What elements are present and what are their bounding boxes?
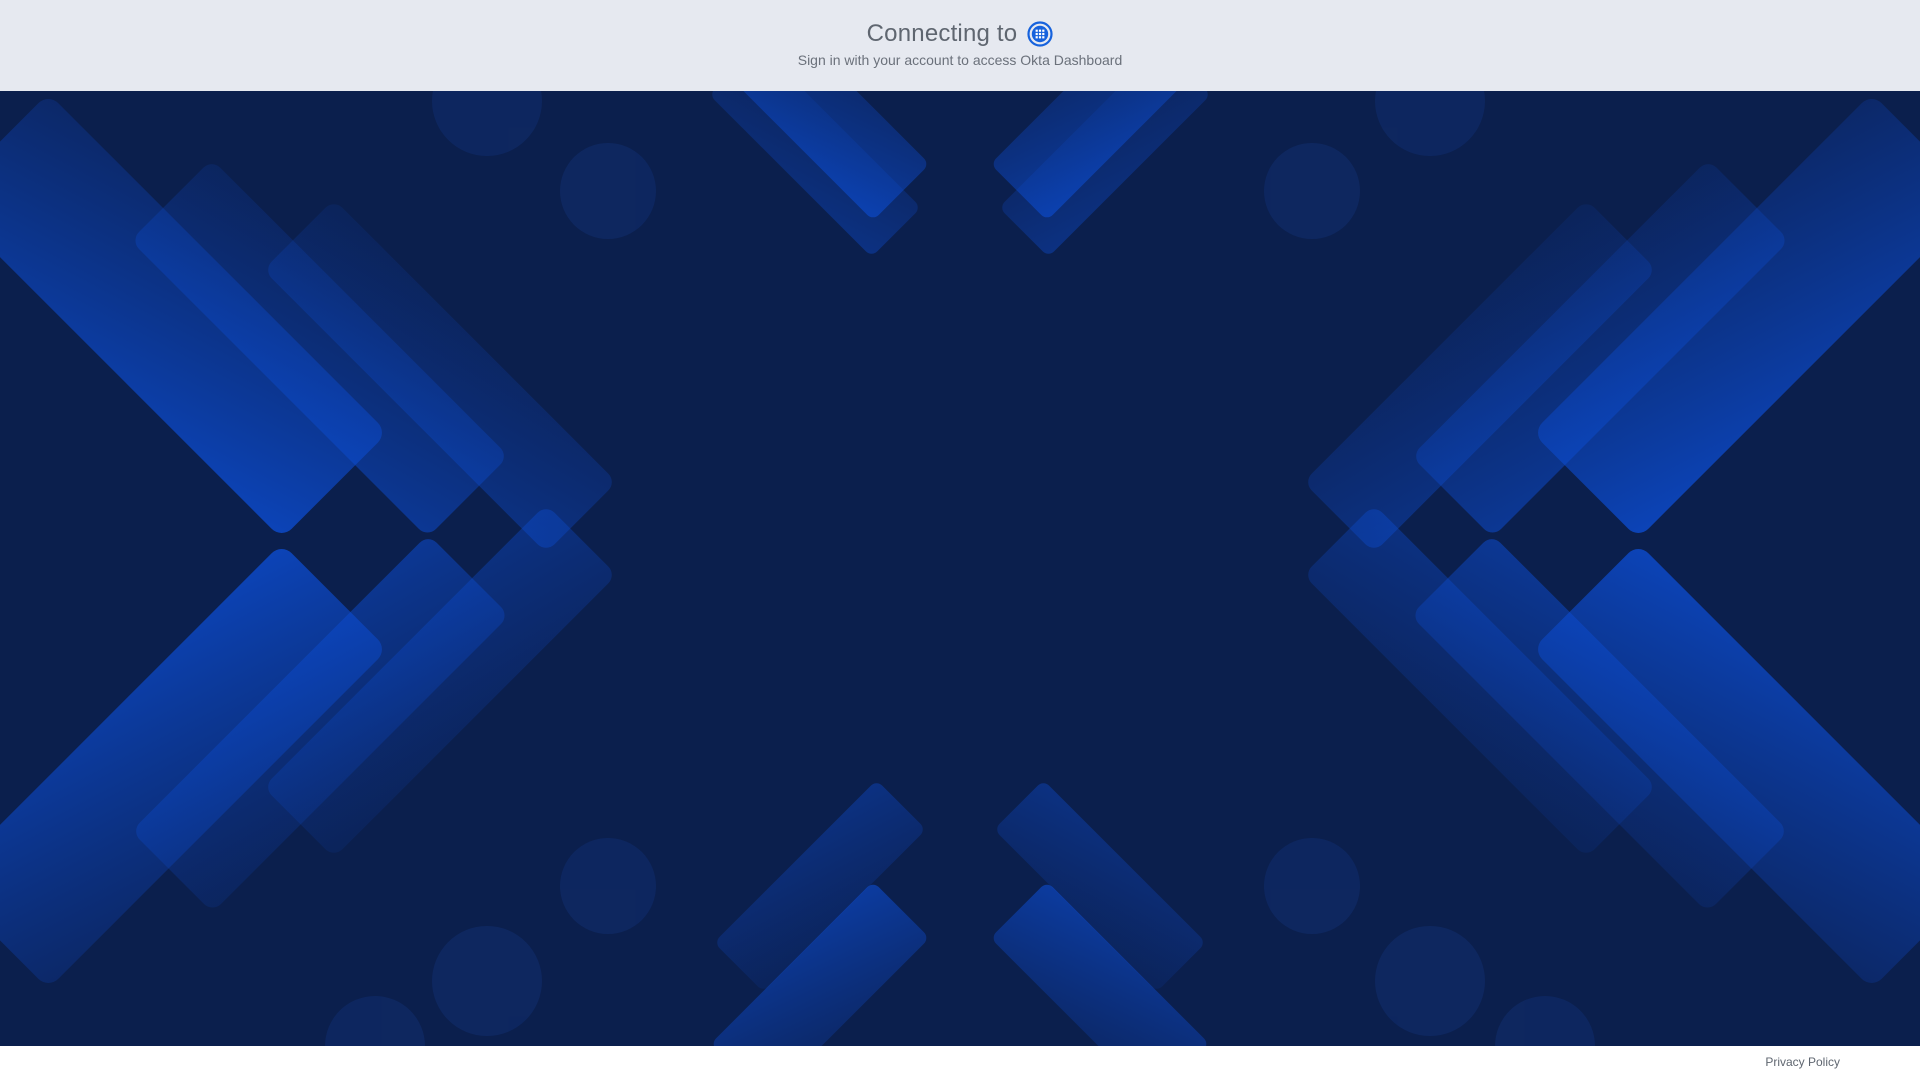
page-subtitle: Sign in with your account to access Okta… bbox=[797, 52, 1123, 68]
decorative-background bbox=[0, 91, 1920, 1046]
title-row: Connecting to bbox=[0, 18, 1920, 50]
privacy-policy-link[interactable]: Privacy Policy bbox=[1765, 1055, 1840, 1069]
connecting-header: Connecting to Sign in with your account … bbox=[0, 0, 1920, 91]
okta-dashboard-grid-icon bbox=[1027, 21, 1053, 47]
page-title: Connecting to bbox=[866, 20, 1018, 47]
page-footer: Privacy Policy bbox=[0, 1046, 1920, 1080]
background-pattern bbox=[0, 91, 1920, 1046]
